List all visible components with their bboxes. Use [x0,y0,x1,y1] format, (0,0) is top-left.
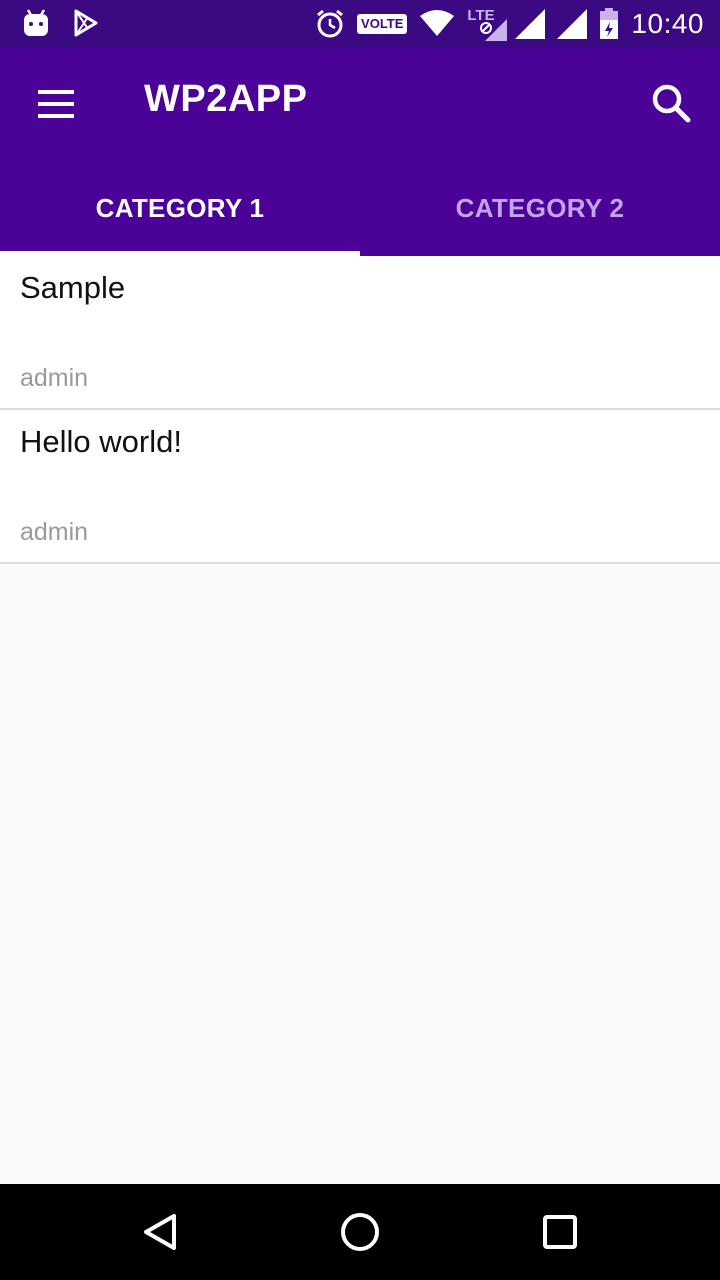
menu-button[interactable] [26,76,86,132]
app-title: WP2APP [144,78,308,120]
post-title: Hello world! [20,424,182,459]
play-store-icon [74,9,98,37]
volte-badge: VOLTE [357,14,408,34]
status-bar: VOLTE LTE 10:40 [0,0,720,48]
post-author: admin [20,518,89,546]
status-bar-right: VOLTE LTE 10:40 [315,6,704,42]
system-navigation-bar [0,1184,720,1280]
battery-icon [600,8,619,39]
post-list: Sample admin Hello world! admin [0,256,720,564]
tab-label: CATEGORY 1 [95,192,265,223]
recents-button[interactable] [536,1208,584,1256]
wifi-icon [420,10,455,36]
tab-category-2[interactable]: CATEGORY 2 [360,160,720,256]
home-icon [341,1213,379,1251]
lte-signal-icon [485,19,508,41]
app-bar: WP2APP CATEGORY 1 CATEGORY 2 [0,48,720,256]
post-title: Sample [20,270,126,305]
tab-category-1[interactable]: CATEGORY 1 [0,160,360,256]
home-button[interactable] [336,1208,384,1256]
recents-icon [543,1215,577,1249]
back-icon [144,1214,176,1250]
status-bar-left [22,8,100,38]
status-time: 10:40 [631,8,704,39]
back-button[interactable] [136,1208,184,1256]
search-icon [652,84,691,123]
category-tabs: CATEGORY 1 CATEGORY 2 [0,160,720,256]
search-button[interactable] [646,78,698,130]
alarm-icon [317,9,343,38]
signal-icon [515,9,546,39]
signal-icon [557,9,588,39]
tab-label: CATEGORY 2 [455,192,625,223]
post-item[interactable]: Sample admin [0,256,720,410]
hamburger-menu-icon [38,114,74,118]
lte-icon: LTE [467,7,508,41]
post-item[interactable]: Hello world! admin [0,410,720,564]
android-notification-icon [24,9,48,36]
hamburger-menu-icon [38,90,74,94]
post-author: admin [20,364,89,392]
hamburger-menu-icon [38,102,74,106]
